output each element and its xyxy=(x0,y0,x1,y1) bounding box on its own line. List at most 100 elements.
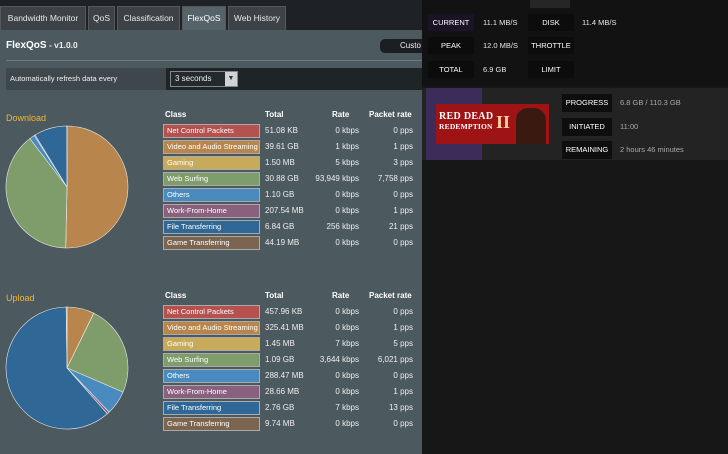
disk-value: 11.4 MB/S xyxy=(582,18,617,27)
throttle-label: THROTTLE xyxy=(528,37,574,54)
table-row: Net Control Packets 51.08 KB 0 kbps 0 pps xyxy=(0,124,422,138)
total-cell: 1.10 GB xyxy=(265,190,295,199)
class-badge: Gaming xyxy=(163,337,260,351)
packet-rate-cell: 0 pps xyxy=(393,371,413,380)
column-packet-rate: Packet rate xyxy=(369,291,412,300)
tab-qos[interactable]: QoS xyxy=(88,6,115,30)
packet-rate-cell: 1 pps xyxy=(393,387,413,396)
tab-bandwidth-monitor[interactable]: Bandwidth Monitor xyxy=(0,6,86,30)
total-label: TOTAL xyxy=(428,61,474,78)
total-cell: 2.76 GB xyxy=(265,403,295,412)
total-cell: 39.61 GB xyxy=(265,142,299,151)
class-badge: Others xyxy=(163,188,260,202)
packet-rate-cell: 0 pps xyxy=(393,419,413,428)
table-row: Game Transferring 44.19 MB 0 kbps 0 pps xyxy=(0,236,422,250)
rate-cell: 5 kbps xyxy=(335,158,359,167)
total-value: 6.9 GB xyxy=(483,65,507,74)
packet-rate-cell: 5 pps xyxy=(393,339,413,348)
packet-rate-cell: 3 pps xyxy=(393,158,413,167)
refresh-interval-value: 3 seconds xyxy=(175,74,212,83)
table-row: Net Control Packets 457.96 KB 0 kbps 0 pps xyxy=(0,305,422,319)
total-cell: 288.47 MB xyxy=(265,371,304,380)
column-packet-rate: Packet rate xyxy=(369,110,412,119)
table-row: Work-From-Home 207.54 MB 0 kbps 1 pps xyxy=(0,204,422,218)
total-cell: 6.84 GB xyxy=(265,222,295,231)
table-row: File Transferring 2.76 GB 7 kbps 13 pps xyxy=(0,401,422,415)
table-row: Gaming 1.50 MB 5 kbps 3 pps xyxy=(0,156,422,170)
rate-cell: 0 kbps xyxy=(335,387,359,396)
current-value: 11.1 MB/S xyxy=(483,18,518,27)
packet-rate-cell: 0 pps xyxy=(393,190,413,199)
app-version: - v1.0.0 xyxy=(46,40,78,50)
remaining-label: REMAINING xyxy=(562,141,612,159)
rate-cell: 0 kbps xyxy=(335,323,359,332)
column-class: Class xyxy=(165,110,187,119)
total-cell: 207.54 MB xyxy=(265,206,304,215)
class-badge: File Transferring xyxy=(163,401,260,415)
class-badge: Work-From-Home xyxy=(163,204,260,218)
progress-label: PROGRESS xyxy=(562,94,612,112)
title-divider xyxy=(6,60,422,61)
packet-rate-cell: 0 pps xyxy=(393,126,413,135)
rate-cell: 0 kbps xyxy=(335,190,359,199)
column-total: Total xyxy=(265,110,284,119)
class-badge: File Transferring xyxy=(163,220,260,234)
download-table-header: Class Total Rate Packet rate xyxy=(0,110,422,122)
rate-cell: 93,949 kbps xyxy=(315,174,359,183)
flexqos-panel: FlexQoS - v1.0.0 Custo Automatically ref… xyxy=(0,30,422,454)
header-bar xyxy=(530,0,570,8)
column-total: Total xyxy=(265,291,284,300)
rate-cell: 0 kbps xyxy=(335,238,359,247)
table-row: Web Surfing 1.09 GB 3,644 kbps 6,021 pps xyxy=(0,353,422,367)
tab-web-history[interactable]: Web History xyxy=(228,6,286,30)
class-badge: Game Transferring xyxy=(163,417,260,431)
table-row: Others 1.10 GB 0 kbps 0 pps xyxy=(0,188,422,202)
customize-button[interactable]: Custo xyxy=(380,39,422,53)
tab-classification[interactable]: Classification xyxy=(117,6,180,30)
class-badge: Work-From-Home xyxy=(163,385,260,399)
remaining-value: 2 hours 46 minutes xyxy=(620,145,684,154)
class-badge: Net Control Packets xyxy=(163,305,260,319)
active-download-card[interactable]: RED DEAD REDEMPTION II PROGRESS 6.8 GB /… xyxy=(422,88,728,160)
game-logo-numeral: II xyxy=(496,112,511,132)
table-row: Work-From-Home 28.66 MB 0 kbps 1 pps xyxy=(0,385,422,399)
initiated-value: 11:00 xyxy=(620,122,639,131)
refresh-label: Automatically refresh data every xyxy=(6,68,166,90)
column-class: Class xyxy=(165,291,187,300)
rate-cell: 0 kbps xyxy=(335,371,359,380)
tab-flexqos[interactable]: FlexQoS xyxy=(182,6,226,30)
total-cell: 457.96 KB xyxy=(265,307,303,316)
packet-rate-cell: 1 pps xyxy=(393,142,413,151)
total-cell: 51.08 KB xyxy=(265,126,298,135)
limit-label: LIMIT xyxy=(528,61,574,78)
class-badge: Web Surfing xyxy=(163,353,260,367)
download-overlay: CURRENT 11.1 MB/S DISK 11.4 MB/S PEAK 12… xyxy=(422,0,728,454)
class-badge: Others xyxy=(163,369,260,383)
peak-value: 12.0 MB/S xyxy=(483,41,519,50)
table-row: Video and Audio Streaming 325.41 MB 0 kbps… xyxy=(0,321,422,335)
total-cell: 28.66 MB xyxy=(265,387,300,396)
packet-rate-cell: 6,021 pps xyxy=(377,355,413,364)
class-badge: Video and Audio Streaming xyxy=(163,321,260,335)
router-tab-bar: Bandwidth Monitor QoS Classification Fle… xyxy=(0,0,422,30)
cowboy-figure xyxy=(516,108,546,144)
total-cell: 1.50 MB xyxy=(265,158,295,167)
column-rate: Rate xyxy=(332,291,350,300)
rate-cell: 7 kbps xyxy=(335,339,359,348)
total-cell: 325.41 MB xyxy=(265,323,304,332)
table-row: Game Transferring 9.74 MB 0 kbps 0 pps xyxy=(0,417,422,431)
rate-cell: 0 kbps xyxy=(335,206,359,215)
rate-cell: 0 kbps xyxy=(335,307,359,316)
total-cell: 1.45 MB xyxy=(265,339,295,348)
packet-rate-cell: 0 pps xyxy=(393,307,413,316)
rate-cell: 256 kbps xyxy=(326,222,359,231)
refresh-interval-select[interactable]: 3 seconds ▼ xyxy=(170,71,238,87)
total-cell: 1.09 GB xyxy=(265,355,295,364)
app-name: FlexQoS xyxy=(6,40,47,51)
game-logo-line2: REDEMPTION xyxy=(439,122,493,131)
packet-rate-cell: 0 pps xyxy=(393,238,413,247)
class-badge: Game Transferring xyxy=(163,236,260,250)
game-cover-image: RED DEAD REDEMPTION II xyxy=(436,104,549,144)
rate-cell: 3,644 kbps xyxy=(319,355,359,364)
column-rate: Rate xyxy=(332,110,350,119)
